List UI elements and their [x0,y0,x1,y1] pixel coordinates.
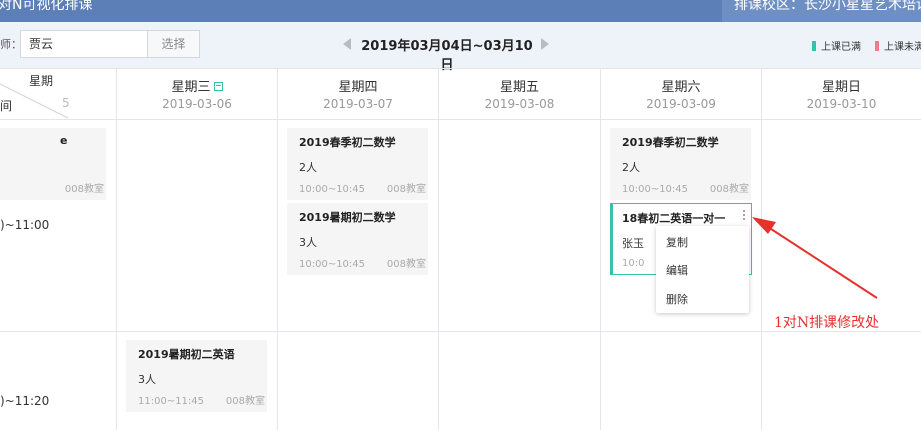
menu-item-delete[interactable]: 删除 [666,291,688,307]
day-date: 2019-03-10 [806,97,877,111]
campus-indicator: 排课校区：长沙小星星艺术培训学校 [722,0,921,22]
day-date-partial: 5 [62,96,70,110]
legend-not-full-swatch [875,41,879,51]
weekday-label: 星期四 [338,80,378,95]
corner-time-label: 间 [0,99,13,113]
class-time: 10:00~10:45 [622,184,689,195]
class-card[interactable]: e 008教室 [0,128,106,200]
class-name: 2019暑期初二数学 [299,211,396,224]
day-date: 2019-03-08 [484,97,555,111]
column-divider [438,68,439,430]
column-divider [761,68,762,430]
class-card[interactable]: 2019暑期初二英语 3人 11:00~11:45 008教室 [126,340,267,412]
day-header-wed: 星期三 2019-03-06 [117,76,277,111]
student-count: 3人 [138,373,156,386]
menu-item-edit[interactable]: 编辑 [666,262,688,278]
teacher-input[interactable]: 贾云 [20,30,148,58]
day-header-sat: 星期六 2019-03-09 [601,76,761,111]
class-card[interactable]: 2019春季初二数学 2人 10:00~10:45 008教室 [287,128,428,200]
more-options-icon[interactable] [742,210,746,224]
calendar-icon [213,82,223,91]
time-slot-label: )~11:00 [0,218,50,232]
weekday-label: 星期三 [171,80,211,95]
legend-not-full-label: 上课未满 [884,42,921,53]
weekday-label: 星期五 [499,80,539,95]
class-card[interactable]: 2019春季初二数学 2人 10:00~10:45 008教室 [610,128,751,200]
day-date: 2019-03-09 [646,97,716,111]
student-count: 2人 [622,161,640,174]
class-room: 008教室 [225,396,265,407]
next-week-icon[interactable] [541,38,549,50]
legend-full: 上课已满 [812,38,861,53]
day-header-sun: 星期日 2019-03-10 [762,76,921,111]
prev-week-icon[interactable] [343,38,351,50]
class-card[interactable]: 2019暑期初二数学 3人 10:00~10:45 008教室 [287,203,428,275]
weekday-label: 星期六 [661,80,701,95]
corner-weekday-label: 星期 [29,74,54,88]
class-room: 008教室 [64,184,104,195]
legend-full-label: 上课已满 [821,42,861,53]
column-divider [277,68,278,430]
legend-not-full: 上课未满 [875,38,921,53]
day-header-fri: 星期五 2019-03-08 [439,76,600,111]
card-context-menu: 复制 编辑 删除 [656,226,749,313]
class-time: 11:00~11:45 [138,396,205,407]
teacher-label: 师： [0,38,22,51]
annotation-label: 1对N排课修改处 [774,315,880,331]
page-title: 对N可视化排课 [0,0,93,13]
column-divider [600,68,601,430]
select-teacher-button[interactable]: 选择 [148,30,200,58]
app-header: 对N可视化排课 排课校区：长沙小星星艺术培训学校 [0,0,921,22]
class-time: 10:0 [622,258,645,269]
class-name: 2019春季初二数学 [299,136,396,149]
student-count: 3人 [299,236,317,249]
time-slot-label: )~11:20 [0,394,50,408]
menu-item-copy[interactable]: 复制 [666,234,688,250]
schedule-toolbar: 师： 贾云 选择 2019年03月04日~03月10日 上课已满 上课未满 [0,22,921,73]
class-room: 008教室 [386,259,426,270]
day-header-thu: 星期四 2019-03-07 [278,76,438,111]
class-time: 10:00~10:45 [299,259,366,270]
class-room: 008教室 [709,184,749,195]
class-name: 18春初二英语一对一 [622,212,726,225]
student-count: 2人 [299,161,317,174]
day-date: 2019-03-07 [323,97,393,111]
class-name: 2019暑期初二英语 [138,348,235,361]
campus-label: 排课校区：长沙小星星艺术培训学校 [734,0,921,13]
class-time: 10:00~10:45 [299,184,366,195]
class-name: e [60,134,68,147]
class-room: 008教室 [386,184,426,195]
weekday-label: 星期日 [821,80,861,95]
class-name: 2019春季初二数学 [622,136,719,149]
column-divider [116,68,117,430]
legend-full-swatch [812,41,816,51]
day-date: 2019-03-06 [162,97,232,111]
